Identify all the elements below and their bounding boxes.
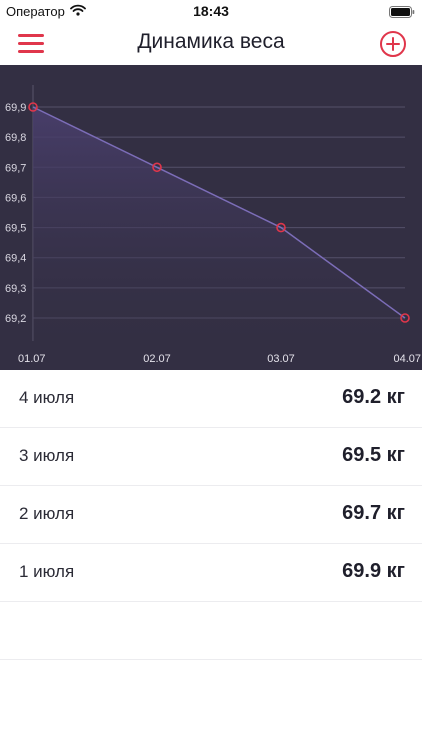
y-tick-label: 69,2: [5, 313, 26, 325]
battery-icon: [389, 5, 415, 23]
entry-weight: 69.7 кг: [342, 502, 405, 524]
status-bar: Оператор 18:43: [0, 0, 422, 22]
list-item[interactable]: 3 июля 69.5 кг: [0, 428, 422, 486]
y-tick-label: 69,6: [5, 192, 26, 204]
entry-weight: 69.5 кг: [342, 444, 405, 466]
x-tick-label: 04.07: [393, 353, 421, 365]
weight-chart: 69,9 69,8 69,7 69,6 69,5 69,4 69,3 69,2 01.07 02.…: [0, 65, 422, 370]
weight-list: 4 июля 69.2 кг 3 июля 69.5 кг 2 июля 69.…: [0, 370, 422, 660]
y-tick-label: 69,7: [5, 162, 26, 174]
page-title: Динамика веса: [137, 30, 285, 53]
entry-weight: 69.2 кг: [342, 386, 405, 408]
series-area: [33, 107, 405, 341]
y-tick-label: 69,5: [5, 223, 26, 235]
x-tick-label: 02.07: [143, 353, 171, 365]
add-entry-button[interactable]: [379, 30, 407, 58]
y-tick-label: 69,9: [5, 102, 26, 114]
y-tick-label: 69,4: [5, 253, 26, 265]
list-item[interactable]: 1 июля 69.9 кг: [0, 544, 422, 602]
empty-list-row: [0, 602, 422, 660]
list-item[interactable]: 2 июля 69.7 кг: [0, 486, 422, 544]
entry-date: 2 июля: [19, 504, 75, 523]
entry-date: 1 июля: [19, 562, 75, 581]
entry-weight: 69.9 кг: [342, 560, 405, 582]
entry-date: 3 июля: [19, 446, 75, 465]
plus-circle-icon: [380, 31, 406, 57]
weight-chart-svg: 69,9 69,8 69,7 69,6 69,5 69,4 69,3 69,2 01.07 02.…: [5, 85, 421, 365]
status-time: 18:43: [193, 3, 229, 19]
nav-bar: Динамика веса: [0, 22, 422, 65]
x-tick-label: 01.07: [18, 353, 46, 365]
x-tick-label: 03.07: [267, 353, 295, 365]
entry-date: 4 июля: [19, 388, 75, 407]
list-item[interactable]: 4 июля 69.2 кг: [0, 370, 422, 428]
y-tick-label: 69,8: [5, 132, 26, 144]
y-tick-label: 69,3: [5, 283, 26, 295]
